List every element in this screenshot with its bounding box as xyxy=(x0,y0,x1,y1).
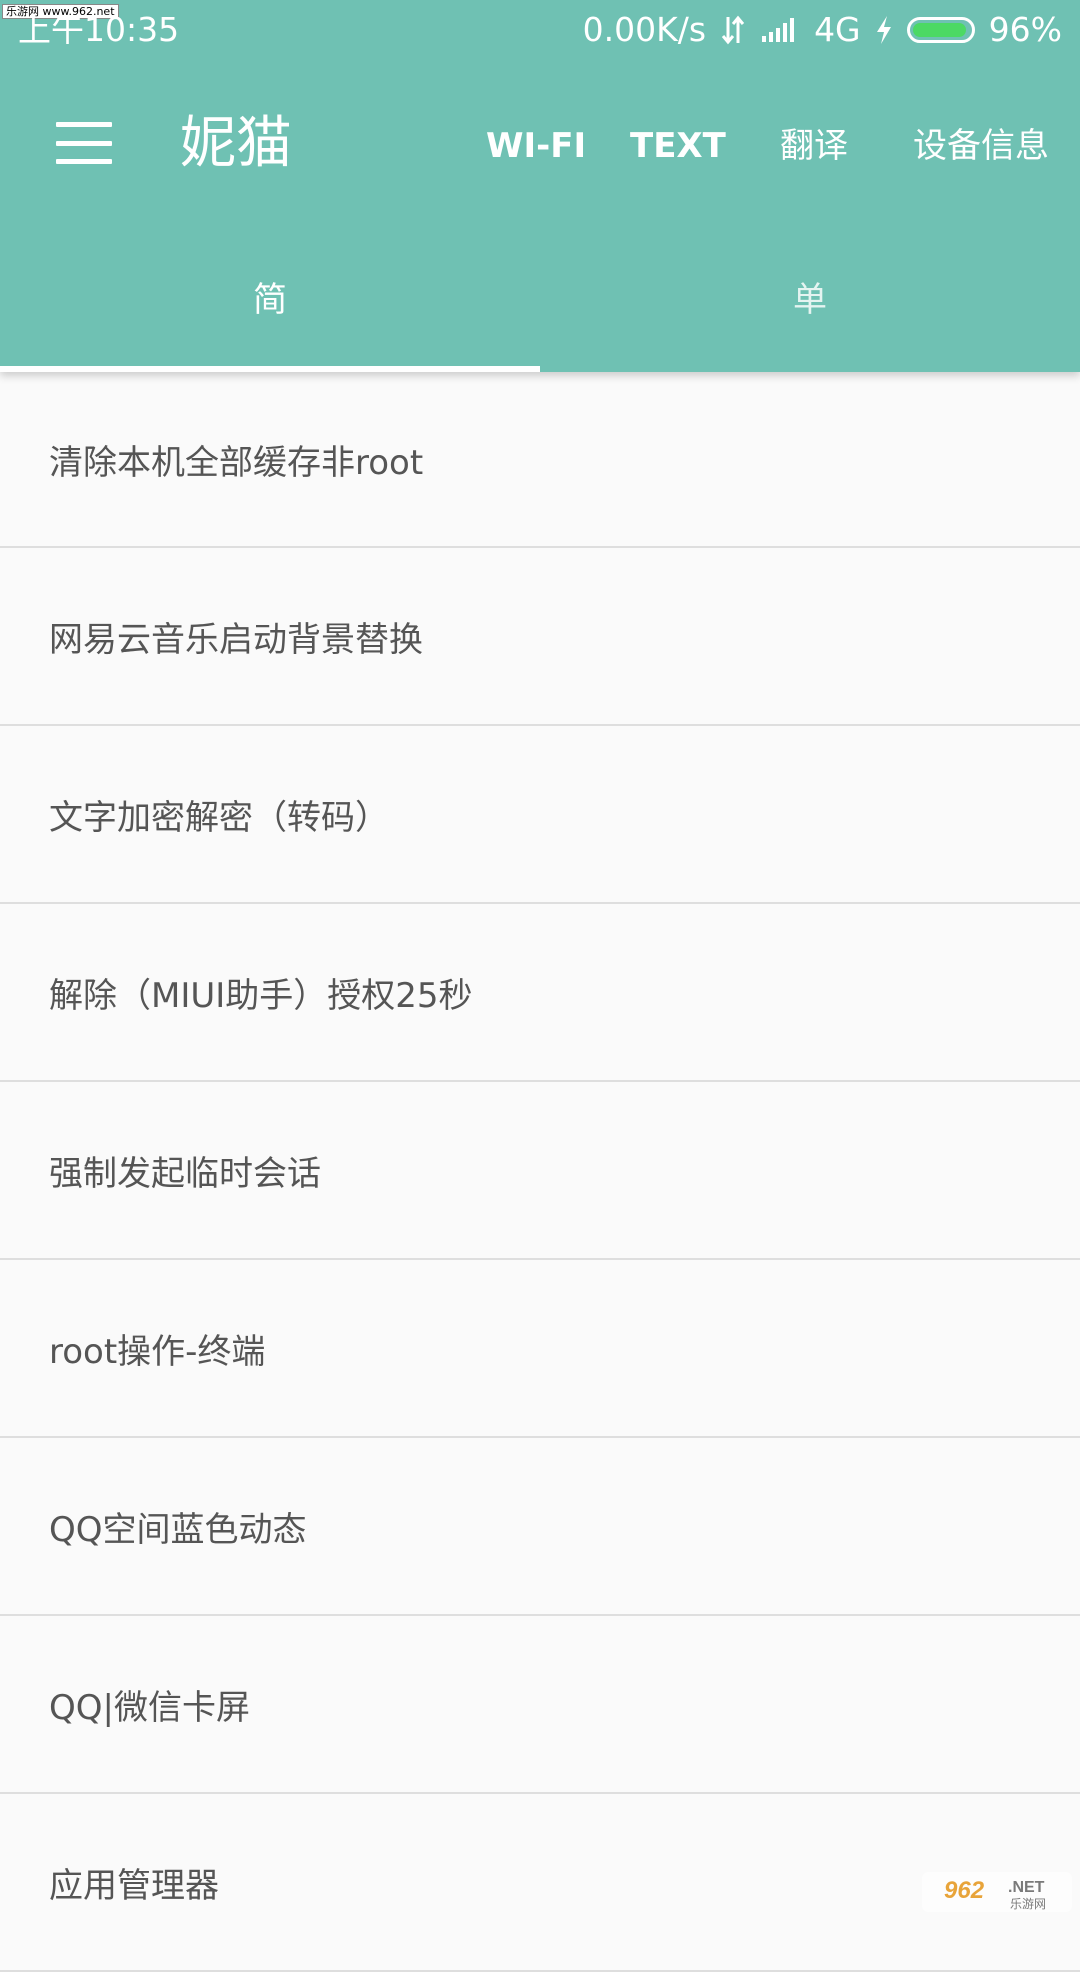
status-bar: 乐游网 www.962.net 上午10:35 0.00K/s 4G 96% xyxy=(0,0,1080,60)
list-item-temp-chat[interactable]: 强制发起临时会话 xyxy=(0,1082,1080,1260)
device-info-action[interactable]: 设备信息 xyxy=(913,118,1049,174)
list-item-netease-bg[interactable]: 网易云音乐启动背景替换 xyxy=(0,548,1080,726)
app-title: 妮猫 xyxy=(180,111,292,176)
tab-dan[interactable]: 单 xyxy=(540,270,1080,330)
list-item-text-encrypt[interactable]: 文字加密解密（转码） xyxy=(0,726,1080,904)
text-action[interactable]: TEXT xyxy=(630,118,726,174)
watermark-suffix: .NET xyxy=(1008,1879,1045,1896)
data-arrows-icon xyxy=(721,15,745,45)
battery-level xyxy=(912,23,967,37)
charging-bolt-icon xyxy=(876,16,891,44)
tab-jian[interactable]: 简 xyxy=(0,270,540,330)
list-item-qq-wechat-freeze[interactable]: QQ|微信卡屏 xyxy=(0,1616,1080,1794)
tab-indicator xyxy=(0,366,540,372)
list-item-miui-auth[interactable]: 解除（MIUI助手）授权25秒 xyxy=(0,904,1080,1082)
watermark-brand: 962 xyxy=(944,1877,985,1904)
signal-icon xyxy=(762,18,795,42)
wifi-action[interactable]: WI-FI xyxy=(486,118,586,174)
app-bar: 乐游网 www.962.net 上午10:35 0.00K/s 4G 96% 妮… xyxy=(0,0,1080,372)
battery-icon xyxy=(906,17,975,43)
watermark-logo: 962 .NET 乐游网 xyxy=(922,1872,1072,1912)
translate-action[interactable]: 翻译 xyxy=(780,118,848,174)
list-item-qzone-blue[interactable]: QQ空间蓝色动态 xyxy=(0,1438,1080,1616)
battery-percent: 96% xyxy=(988,10,1062,49)
list-item-clear-cache[interactable]: 清除本机全部缓存非root xyxy=(0,372,1080,548)
menu-icon[interactable] xyxy=(56,122,112,164)
list-item-app-manager[interactable]: 应用管理器 xyxy=(0,1794,1080,1972)
network-speed: 0.00K/s xyxy=(582,10,707,49)
status-time: 上午10:35 xyxy=(18,10,180,49)
status-indicators: 0.00K/s 4G 96% xyxy=(583,10,1062,50)
list-item-root-terminal[interactable]: root操作-终端 xyxy=(0,1260,1080,1438)
watermark-cn: 乐游网 xyxy=(1010,1897,1046,1911)
network-type: 4G xyxy=(814,10,861,49)
feature-list: 清除本机全部缓存非root 网易云音乐启动背景替换 文字加密解密（转码） 解除（… xyxy=(0,372,1080,1972)
